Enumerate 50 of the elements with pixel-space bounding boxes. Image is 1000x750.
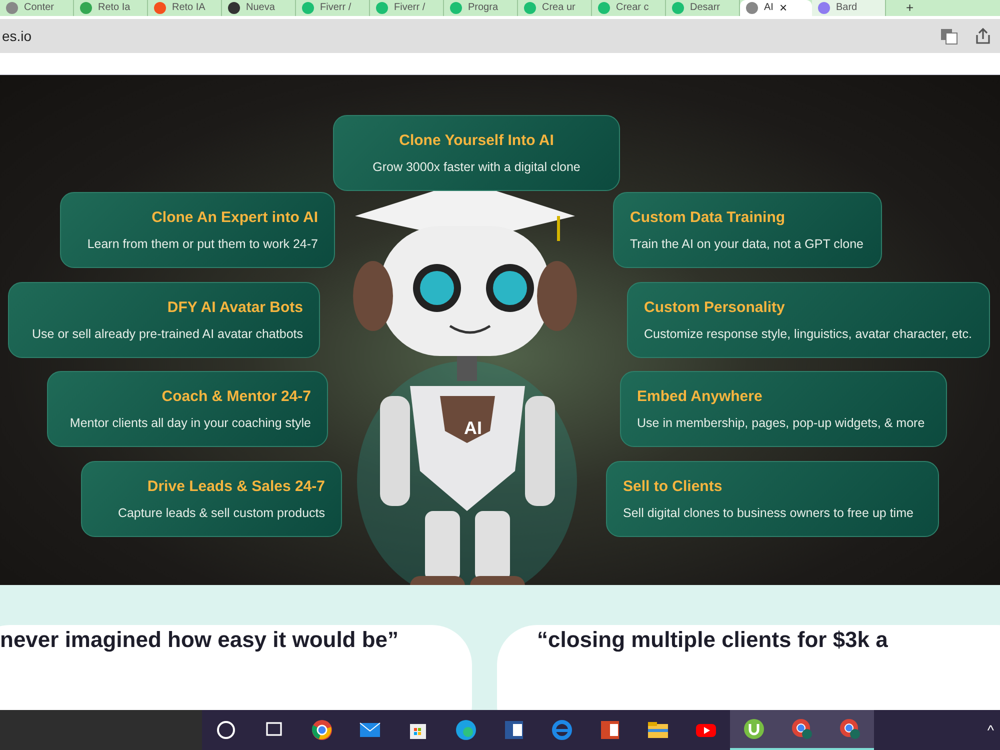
tab-favicon-icon [302,2,314,14]
tab-favicon-icon [6,2,18,14]
cortana-icon [215,719,237,741]
browser-tab[interactable]: Bard [812,0,886,16]
testimonial-quote: never imagined how easy it would be” [0,627,399,653]
share-icon[interactable] [974,26,992,44]
feature-title: Drive Leads & Sales 24-7 [147,478,325,496]
feature-description: Capture leads & sell custom products [118,506,325,520]
powerpoint-icon [599,719,621,741]
feature-description: Use or sell already pre-trained AI avatar chatbots [32,326,303,342]
feature-title: Sell to Clients [623,478,724,496]
new-tab-button[interactable]: + [886,0,934,16]
browser-tab[interactable]: AI × [740,0,812,16]
feature-description: Customize response style, linguistics, avatar character, etc. [644,326,973,342]
taskbar-app-button[interactable] [730,710,778,750]
tab-favicon-icon [672,2,684,14]
feature-title: Clone Yourself Into AI [399,132,554,150]
feature-description: Mentor clients all day in your coaching style [70,416,311,430]
explorer-icon [647,719,669,741]
translate-icon[interactable] [940,26,958,44]
feature-description: Grow 3000x faster with a digital clone [372,160,580,174]
tab-favicon-icon [524,2,536,14]
feature-description: Use in membership, pages, pop-up widgets, & more [637,416,926,430]
chrome-profile-icon [839,718,861,740]
address-bar[interactable]: es.io [0,18,1000,52]
tab-favicon-icon [450,2,462,14]
feature-title: Custom Personality [644,298,786,316]
robot-badge-text: AI [464,418,482,439]
tray-expand-button[interactable]: ^ [987,722,1000,738]
url-text: es.io [2,28,33,44]
chrome-profile-icon [791,718,813,740]
feature-title: DFY AI Avatar Bots [167,298,303,316]
feature-title: Clone An Expert into AI [152,208,318,226]
testimonial-quote: “closing multiple clients for $3k a [537,627,888,653]
feature-description: Sell digital clones to business owners to free up time [623,506,914,520]
utorrent-icon [743,718,765,740]
feature-title: Coach & Mentor 24-7 [162,388,311,406]
tab-favicon-icon [598,2,610,14]
feature-title: Embed Anywhere [637,388,764,406]
feature-title: Custom Data Training [630,208,786,226]
tab-favicon-icon [80,2,92,14]
tab-favicon-icon [746,2,758,14]
tab-favicon-icon [228,2,240,14]
tab-favicon-icon [376,2,388,14]
tab-favicon-icon [818,2,830,14]
tab-favicon-icon [154,2,166,14]
feature-description: Learn from them or put them to work 24-7 [87,236,318,252]
word-icon [503,719,525,741]
feature-description: Train the AI on your data, not a GPT clone [630,236,864,252]
chrome-icon [311,719,333,741]
